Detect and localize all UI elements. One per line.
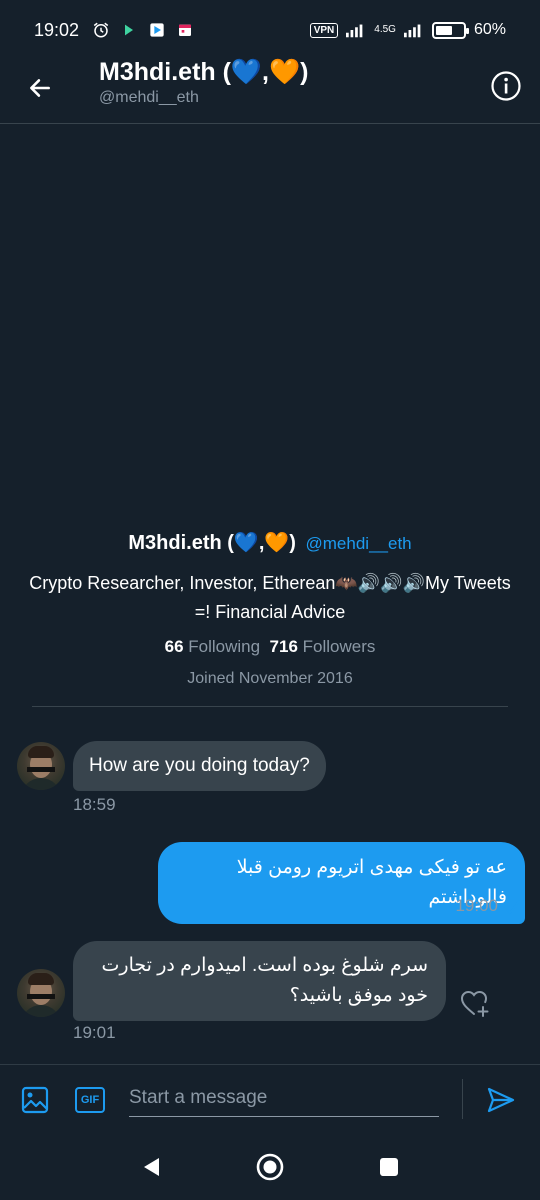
- nav-back-button[interactable]: [136, 1152, 166, 1182]
- signal-icon: [346, 20, 366, 40]
- battery-percent: 60%: [473, 21, 506, 38]
- profile-stats: 66 Following 716 Followers: [0, 637, 540, 657]
- status-right: VPN 4.5G 60%: [309, 20, 506, 40]
- message-input[interactable]: [129, 1079, 439, 1117]
- alarm-icon: [91, 20, 111, 40]
- calendar-icon: [175, 20, 195, 40]
- circle-home-icon: [256, 1153, 284, 1181]
- info-icon: [491, 71, 521, 101]
- nav-home-button[interactable]: [255, 1152, 285, 1182]
- header-title[interactable]: M3hdi.eth (💙,🧡): [99, 58, 308, 87]
- avatar[interactable]: [17, 969, 65, 1017]
- profile-name-row: M3hdi.eth (💙,🧡) @mehdi__eth: [0, 530, 540, 555]
- heart-plus-icon: [460, 990, 489, 1017]
- followers-link[interactable]: 716 Followers: [270, 637, 376, 656]
- vpn-badge: VPN: [309, 22, 339, 38]
- profile-bio: Crypto Researcher, Investor, Etherean🦇🔊🔊…: [29, 573, 511, 622]
- media-button[interactable]: [20, 1085, 50, 1115]
- back-button[interactable]: [22, 70, 58, 106]
- info-button[interactable]: [490, 70, 522, 102]
- followers-count: 716: [269, 637, 298, 656]
- system-nav-bar: [0, 1134, 540, 1200]
- following-label: Following: [188, 637, 261, 656]
- gif-button[interactable]: GIF: [75, 1085, 105, 1115]
- message-timestamp: 19:00: [455, 896, 498, 915]
- back-arrow-icon: [30, 79, 50, 97]
- message-timestamp: 18:59: [73, 795, 116, 814]
- gif-icon: GIF: [75, 1087, 105, 1113]
- message-timestamp: 19:01: [73, 1023, 116, 1042]
- battery-icon: [431, 21, 469, 39]
- following-link[interactable]: 66 Following: [165, 637, 260, 656]
- profile-summary: M3hdi.eth (💙,🧡) @mehdi__eth Crypto Resea…: [0, 530, 540, 688]
- status-time: 19:02: [34, 19, 80, 40]
- message-bubble-incoming[interactable]: سرم شلوغ بوده است. امیدوارم در تجارت خود…: [73, 941, 446, 1021]
- profile-handle[interactable]: @mehdi__eth: [306, 534, 412, 553]
- sent-check-icon: [502, 898, 522, 921]
- followers-label: Followers: [302, 637, 376, 656]
- image-icon: [21, 1086, 49, 1114]
- conversation-header: M3hdi.eth (💙,🧡) @mehdi__eth: [0, 58, 540, 124]
- app-notification-icon: [119, 20, 139, 40]
- status-left: 19:02: [34, 20, 195, 41]
- send-button[interactable]: [486, 1085, 516, 1115]
- nav-recents-button[interactable]: [374, 1152, 404, 1182]
- avatar[interactable]: [17, 742, 65, 790]
- battery-level: [435, 25, 452, 35]
- triangle-back-icon: [144, 1158, 159, 1176]
- react-heart-button[interactable]: [458, 986, 492, 1020]
- message-bubble-incoming[interactable]: How are you doing today?: [73, 741, 326, 791]
- play-store-icon: [147, 20, 167, 40]
- square-recents-icon: [380, 1158, 398, 1176]
- profile-divider: [32, 706, 508, 707]
- signal-icon-2: [403, 20, 424, 40]
- network-type: 4.5G: [374, 24, 396, 35]
- profile-joined: Joined November 2016: [187, 670, 353, 687]
- following-count: 66: [164, 637, 184, 656]
- send-icon: [487, 1087, 515, 1113]
- profile-name[interactable]: M3hdi.eth (💙,🧡): [128, 532, 296, 554]
- status-bar: 19:02 VPN 4.5G 60%: [0, 0, 540, 60]
- composer-separator: [462, 1079, 463, 1119]
- message-composer: GIF: [0, 1064, 540, 1134]
- header-handle[interactable]: @mehdi__eth: [99, 89, 199, 107]
